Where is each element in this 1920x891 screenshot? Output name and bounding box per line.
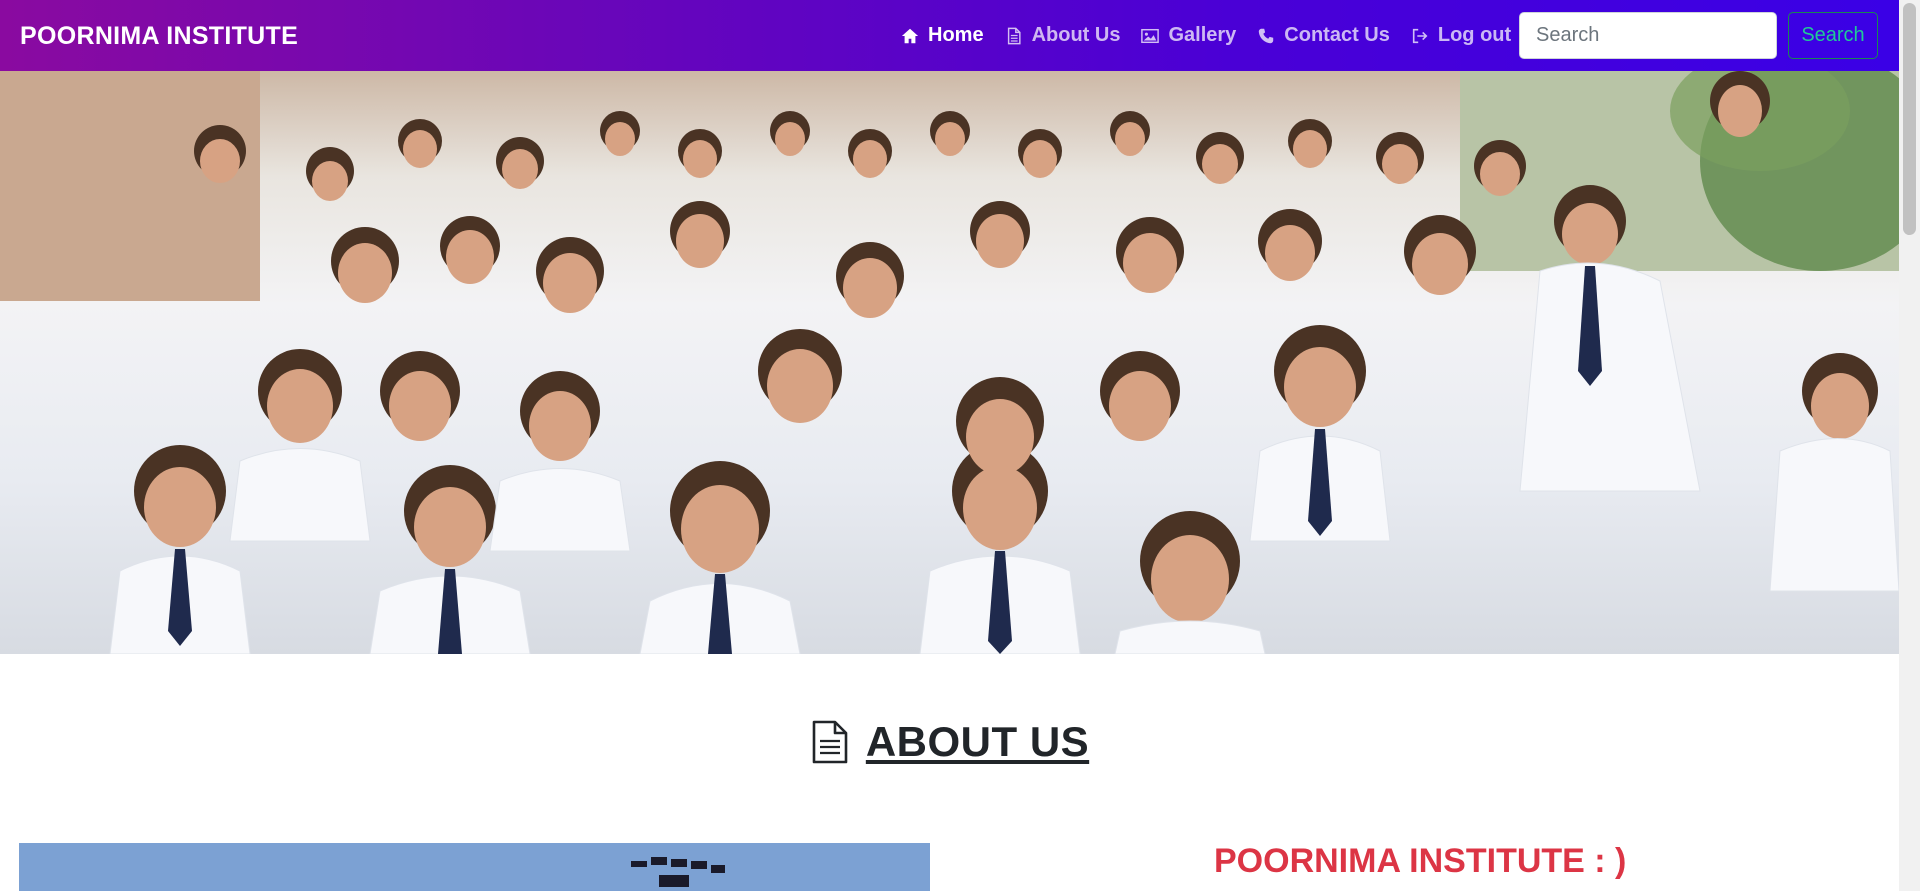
nav-item-log-out[interactable]: Log out bbox=[1410, 24, 1511, 47]
nav-item-label: Log out bbox=[1437, 24, 1512, 46]
navbar: POORNIMA INSTITUTE Home About Us Gallery bbox=[0, 0, 1899, 71]
campus-building-image bbox=[19, 843, 930, 891]
image-icon bbox=[1140, 26, 1160, 46]
nav-item-label: Contact Us bbox=[1284, 24, 1390, 46]
nav-item-gallery[interactable]: Gallery bbox=[1140, 24, 1236, 47]
phone-icon bbox=[1256, 26, 1276, 46]
about-us-title: ABOUT US bbox=[865, 718, 1090, 765]
nav-links: Home About Us Gallery Contact Us Log out bbox=[900, 0, 1531, 71]
nav-item-label: About Us bbox=[1031, 24, 1121, 46]
vertical-scrollbar[interactable] bbox=[1899, 0, 1920, 891]
nav-item-home[interactable]: Home bbox=[900, 24, 984, 47]
page: POORNIMA INSTITUTE Home About Us Gallery bbox=[0, 0, 1920, 891]
nav-item-label: Home bbox=[928, 24, 984, 46]
about-us-heading: ABOUT US bbox=[0, 718, 1899, 766]
search-input[interactable] bbox=[1519, 12, 1777, 59]
hero-group-photo bbox=[0, 71, 1899, 654]
nav-item-label: Gallery bbox=[1168, 24, 1237, 46]
institute-title: POORNIMA INSTITUTE : ) bbox=[1214, 842, 1627, 880]
scrollbar-thumb[interactable] bbox=[1903, 3, 1916, 235]
document-icon bbox=[810, 720, 850, 764]
search-button[interactable]: Search bbox=[1788, 12, 1878, 59]
document-icon bbox=[1004, 26, 1024, 46]
logout-icon bbox=[1410, 26, 1430, 46]
nav-item-contact-us[interactable]: Contact Us bbox=[1256, 24, 1390, 47]
brand-logo-text[interactable]: POORNIMA INSTITUTE bbox=[20, 22, 298, 51]
nav-item-about-us[interactable]: About Us bbox=[1004, 24, 1121, 47]
home-icon bbox=[900, 26, 920, 46]
